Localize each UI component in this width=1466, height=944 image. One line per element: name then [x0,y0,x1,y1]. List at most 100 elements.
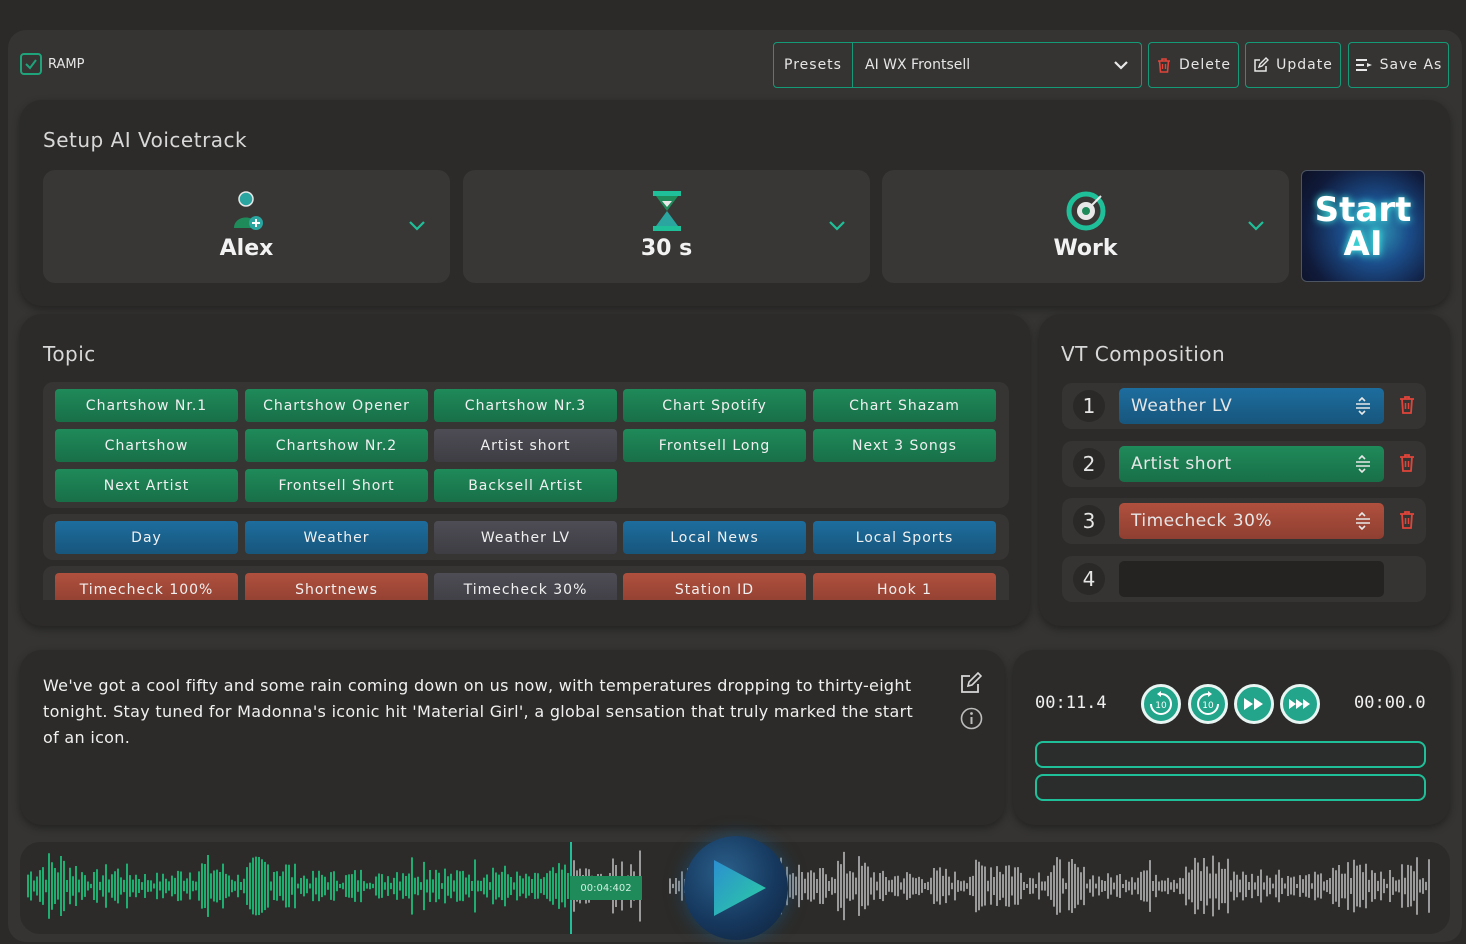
play-button[interactable] [684,836,788,940]
play-icon [714,860,766,916]
save-as-label: Save As [1379,57,1443,73]
topic-pill[interactable]: Backsell Artist [434,469,617,502]
vt-composition-title: VT Composition [1061,342,1226,366]
progress-bar-1[interactable] [1035,741,1426,768]
slot-label: Artist short [1131,454,1232,474]
checkmark-icon [25,59,37,70]
fast-forward-icon [1244,698,1263,710]
presets-label: Presets [774,43,853,87]
fast-forward-button[interactable] [1234,684,1274,724]
topic-pill[interactable]: Day [55,521,238,554]
topic-pill[interactable]: Chartshow [55,429,238,462]
mood-value: Work [1053,236,1118,261]
trash-icon[interactable] [1398,395,1416,415]
trash-icon[interactable] [1398,453,1416,473]
topic-pill[interactable]: Next Artist [55,469,238,502]
vt-slot-item[interactable]: Timecheck 30% [1119,503,1384,539]
topic-row-clip: Timecheck 100% Shortnews Timecheck 30% S… [43,573,1009,600]
topic-title: Topic [43,342,96,366]
ramp-label: RAMP [48,56,85,72]
topic-pill[interactable]: Chart Shazam [813,389,996,422]
triple-forward-icon [1289,699,1310,709]
topic-pill[interactable]: Timecheck 100% [55,573,238,600]
vt-slot-4: 4 [1062,556,1426,602]
vt-slot-1: 1 Weather LV [1062,383,1426,429]
add-user-icon [230,190,264,236]
slot-number: 4 [1073,563,1105,595]
ramp-toggle[interactable]: RAMP [20,53,84,75]
topic-pill[interactable]: Local Sports [813,521,996,554]
target-icon [1065,190,1107,236]
ramp-checkbox[interactable] [20,53,42,75]
progress-bar-2[interactable] [1035,774,1426,801]
topic-pill[interactable]: Hook 1 [813,573,996,600]
topic-pill[interactable]: Chartshow Nr.2 [245,429,428,462]
vt-slot-3: 3 Timecheck 30% [1062,498,1426,544]
vt-slot-item[interactable]: Weather LV [1119,388,1384,424]
slot-number: 1 [1073,390,1105,422]
trash-icon [1158,57,1170,73]
playhead-timecode: 00:04:402 [570,876,642,900]
trash-icon[interactable] [1398,510,1416,530]
topic-pill[interactable]: Timecheck 30% [434,573,617,600]
chevron-down-icon[interactable] [408,216,426,235]
start-ai-label-line2: AI [1343,224,1383,264]
hourglass-icon [650,190,684,236]
preset-value: AI WX Frontsell [865,57,971,73]
topic-pill[interactable]: Chartshow Nr.1 [55,389,238,422]
edit-icon[interactable] [960,672,982,694]
slot-label: Weather LV [1131,396,1233,416]
update-label: Update [1276,57,1333,73]
slot-label: Timecheck 30% [1131,511,1273,531]
delete-label: Delete [1179,57,1231,73]
setup-title: Setup AI Voicetrack [43,128,248,152]
voice-select[interactable]: Alex [43,170,450,283]
skip-fwd-label: 10 [1202,701,1214,711]
start-ai-label-line1: Start [1314,190,1412,230]
duration-value: 30 s [640,236,693,261]
presets-select[interactable]: Presets AI WX Frontsell [773,42,1142,88]
topic-pill[interactable]: Frontsell Long [623,429,806,462]
vt-slot-2: 2 Artist short [1062,441,1426,487]
topic-pill[interactable]: Chartshow Opener [245,389,428,422]
topic-pill[interactable]: Weather LV [434,521,617,554]
chevron-down-icon[interactable] [1101,60,1141,70]
update-button[interactable]: Update [1245,42,1341,88]
vt-slot-empty[interactable] [1119,561,1384,597]
topic-pill[interactable]: Next 3 Songs [813,429,996,462]
topic-pill[interactable]: Local News [623,521,806,554]
topic-pill[interactable]: Weather [245,521,428,554]
topic-pill[interactable]: Frontsell Short [245,469,428,502]
chevron-down-icon[interactable] [1247,216,1265,235]
skip-forward-10-button[interactable]: 10 [1188,684,1228,724]
slot-number: 3 [1073,505,1105,537]
duration-select[interactable]: 30 s [463,170,870,283]
topic-pill[interactable]: Chart Spotify [623,389,806,422]
skip-back-icon: 10 [1150,691,1172,715]
skip-back-10-button[interactable]: 10 [1141,684,1181,724]
reorder-icon[interactable] [1354,512,1372,530]
slot-number: 2 [1073,448,1105,480]
start-ai-button[interactable]: Start AI [1301,170,1425,282]
reorder-icon[interactable] [1354,455,1372,473]
vt-slot-item[interactable]: Artist short [1119,446,1384,482]
chevron-down-icon[interactable] [828,216,846,235]
skip-forward-icon: 10 [1197,691,1219,715]
topic-pill[interactable]: Station ID [623,573,806,600]
info-icon[interactable] [960,707,983,730]
save-as-button[interactable]: Save As [1348,42,1449,88]
reorder-icon[interactable] [1354,397,1372,415]
edit-icon [1254,57,1270,72]
mood-select[interactable]: Work [882,170,1289,283]
skip-to-end-button[interactable] [1280,684,1320,724]
save-list-icon [1355,59,1372,71]
delete-button[interactable]: Delete [1148,42,1239,88]
voice-value: Alex [219,236,274,261]
elapsed-time: 00:11.4 [1035,693,1107,713]
topic-pill[interactable]: Artist short [434,429,617,462]
script-text[interactable]: We've got a cool fifty and some rain com… [43,673,923,751]
skip-back-label: 10 [1155,701,1167,711]
topic-pill[interactable]: Chartshow Nr.3 [434,389,617,422]
remaining-time: 00:00.0 [1354,693,1426,713]
topic-pill[interactable]: Shortnews [245,573,428,600]
